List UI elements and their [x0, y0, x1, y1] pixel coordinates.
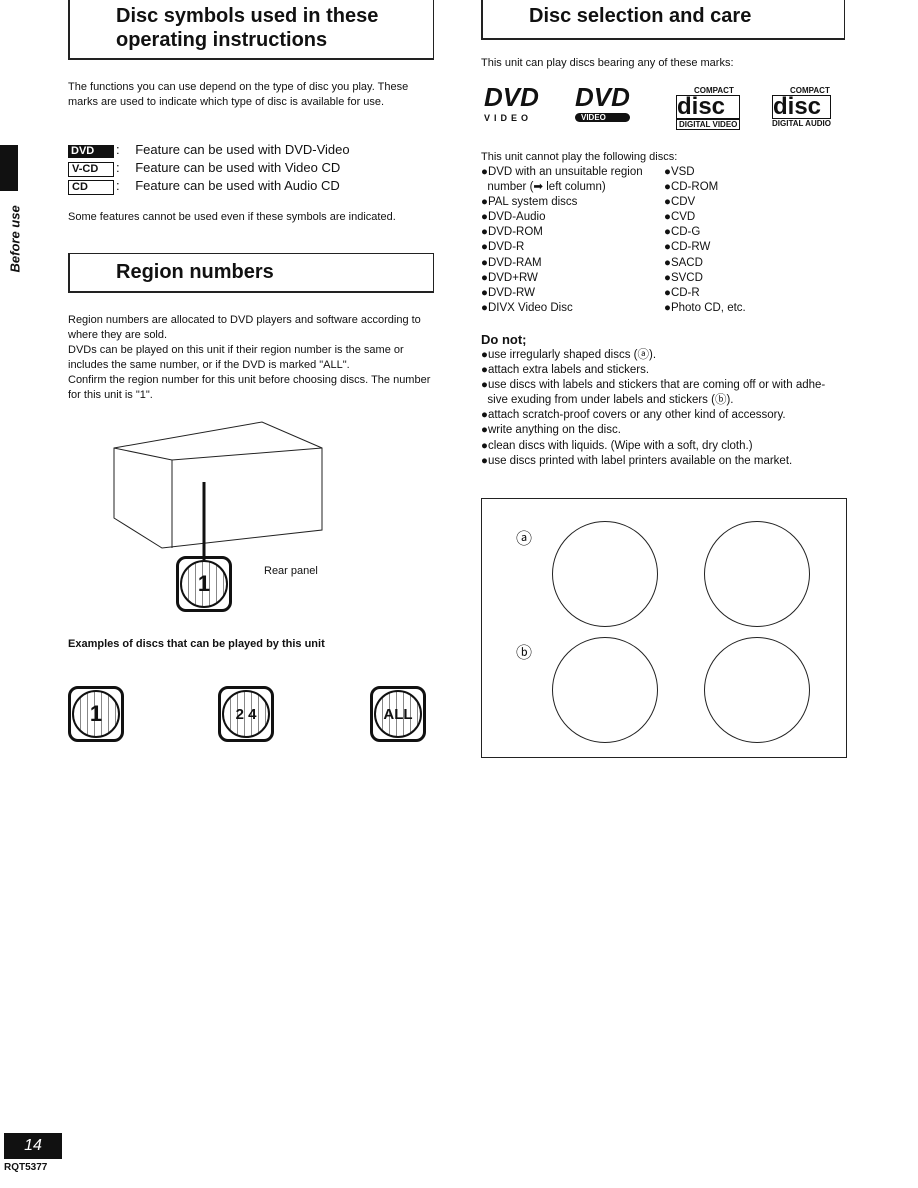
logo-sub: VIDEO [575, 113, 630, 122]
symbol-list: DVD: Feature can be used with DVD-Video … [68, 142, 350, 196]
section-title-region: Region numbers [68, 253, 434, 293]
list-item: ●attach extra labels and stickers. [481, 364, 650, 377]
title-text: Region numbers [116, 261, 274, 283]
page-number: 14 [4, 1133, 62, 1159]
list-item: ●DVD with an unsuitable region [481, 166, 643, 178]
title-text: Disc selection and care [529, 5, 752, 27]
can-play-text: This unit can play discs bearing any of … [481, 57, 734, 69]
list-item: ●write anything on the disc. [481, 424, 621, 437]
dvd-video-logo-2: DVD VIDEO [575, 82, 630, 122]
list-item: ●CD-ROM [664, 181, 719, 194]
heart-disc-icon [552, 521, 658, 627]
list-item: ●use discs printed with label printers a… [481, 454, 793, 467]
list-item: ●DVD-ROM [481, 226, 543, 239]
region-number: 1 [72, 690, 120, 738]
logo-text: disc [676, 95, 741, 119]
dvd-mark: DVD [68, 145, 114, 158]
list-item: ●CD-R [664, 286, 700, 299]
list-item: ●use irregularly shaped discs (ⓐ). [481, 349, 657, 361]
logo-text: DVD [484, 82, 539, 112]
region-1-icon: 1 [176, 556, 232, 612]
symbol-desc: Feature can be used with Video CD [135, 160, 341, 175]
list-item: ●attach scratch-proof covers or any othe… [481, 409, 786, 422]
list-item: ●SACD [664, 256, 703, 269]
logo-sub: DIGITAL AUDIO [772, 119, 831, 128]
list-item: number (➡ left column) [481, 181, 606, 194]
list-item: ●clean discs with liquids. (Wipe with a … [481, 439, 753, 452]
rear-panel-label: Rear panel [264, 565, 318, 577]
symbol-desc: Feature can be used with DVD-Video [135, 142, 350, 157]
logo-text: DVD [575, 82, 630, 112]
compact-disc-audio-logo: COMPACT disc DIGITAL AUDIO [772, 86, 831, 128]
region-number: ALL [374, 690, 422, 738]
list-item: ●Photo CD, etc. [664, 301, 746, 314]
symbol-desc: Feature can be used with Audio CD [135, 178, 340, 193]
cannot-play-text: This unit cannot play the following disc… [481, 151, 678, 163]
dvd-video-logo: DVD VIDEO [484, 82, 539, 123]
logo-text: disc [772, 95, 831, 119]
manual-page: Disc symbols used in these operating ins… [0, 0, 918, 1188]
list-item: ●DVD-R [481, 241, 525, 254]
symbol-row-dvd: DVD: Feature can be used with DVD-Video [68, 142, 350, 160]
list-item: sive exuding from under labels and stick… [481, 394, 734, 407]
logo-sub: VIDEO [484, 113, 533, 123]
unit-rear-illustration [113, 421, 323, 560]
list-item: ●VSD [664, 166, 695, 178]
vcd-mark: V-CD [68, 162, 114, 177]
list-item: ●DVD+RW [481, 271, 538, 284]
symbol-row-cd: CD: Feature can be used with Audio CD [68, 178, 350, 196]
disc-care-illustration: ⓐ ⓑ [481, 498, 847, 758]
list-item: ●SVCD [664, 271, 703, 284]
sticker-disc-icon [704, 637, 810, 743]
symbol-row-vcd: V-CD: Feature can be used with Video CD [68, 160, 350, 178]
list-item: ●use discs with labels and stickers that… [481, 379, 826, 392]
examples-caption: Examples of discs that can be played by … [68, 638, 325, 650]
note-text: Some features cannot be used even if the… [68, 211, 396, 223]
region-1-example-icon: 1 [68, 686, 124, 742]
label-b: ⓑ [516, 645, 533, 662]
unplayable-list-2: ●VSD ●CD-ROM ●CDV ●CVD ●CD-G ●CD-RW ●SACD ●SVCD… [664, 165, 746, 316]
region-all-example-icon: ALL [370, 686, 426, 742]
labelled-disc-icon [552, 637, 658, 743]
list-item: ●CVD [664, 211, 696, 224]
cd-mark: CD [68, 180, 114, 195]
section-title-disc-symbols: Disc symbols used in these operating ins… [68, 0, 434, 60]
compact-disc-video-logo: COMPACT disc DIGITAL VIDEO [676, 86, 741, 130]
list-item: ●DIVX Video Disc [481, 301, 573, 314]
region-number: 1 [180, 560, 228, 608]
list-item: ●DVD-RW [481, 286, 536, 299]
document-code: RQT5377 [4, 1162, 48, 1173]
side-tab-marker [0, 145, 18, 191]
irregular-disc-icon [704, 521, 810, 627]
do-not-list: ●use irregularly shaped discs (ⓐ). ●attac… [481, 348, 825, 469]
label-a: ⓐ [516, 531, 533, 548]
list-item: ●CD-G [664, 226, 701, 239]
list-item: ●CD-RW [664, 241, 711, 254]
unplayable-list-1: ●DVD with an unsuitable region number (➡… [481, 165, 643, 316]
title-text: Disc symbols used in these operating ins… [116, 5, 379, 51]
list-item: ●PAL system discs [481, 196, 578, 209]
do-not-title: Do not; [481, 332, 527, 347]
intro-text: The functions you can use depend on the … [68, 81, 409, 108]
section-title-disc-care: Disc selection and care [481, 0, 845, 40]
region-number: 2 4 [222, 690, 270, 738]
region-2-4-example-icon: 2 4 [218, 686, 274, 742]
side-tab-label: Before use [7, 205, 23, 273]
list-item: ●CDV [664, 196, 696, 209]
logo-sub: DIGITAL VIDEO [676, 119, 741, 130]
region-text: Region numbers are allocated to DVD play… [68, 314, 431, 401]
list-item: ●DVD-Audio [481, 211, 546, 224]
list-item: ●DVD-RAM [481, 256, 542, 269]
